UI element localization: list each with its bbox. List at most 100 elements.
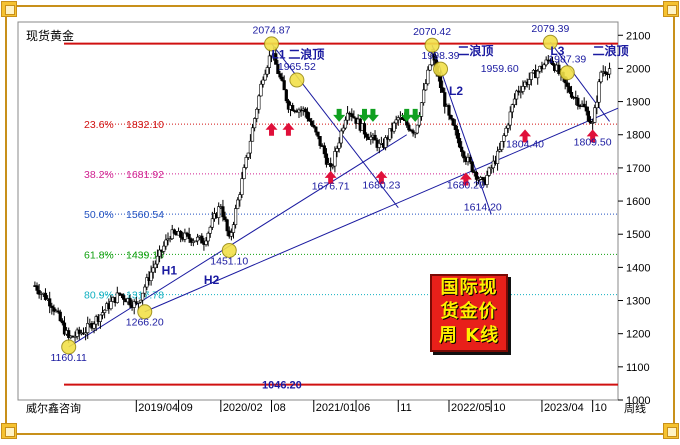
candle-body bbox=[240, 178, 244, 195]
candle-body bbox=[441, 87, 445, 93]
candle-body bbox=[607, 68, 612, 75]
fib-percent-label: 50.0% bbox=[84, 209, 114, 221]
candle-body bbox=[248, 140, 252, 154]
candle-body bbox=[451, 118, 455, 126]
candle-body bbox=[362, 123, 367, 135]
price-label: 1680.23 bbox=[362, 179, 400, 191]
candle-body bbox=[595, 101, 599, 109]
y-tick-label: 1200 bbox=[626, 329, 650, 341]
chart-stamp: 国际现 货金价 周 K线 bbox=[430, 274, 508, 352]
candle-body bbox=[500, 141, 504, 150]
candle-body bbox=[153, 263, 157, 269]
candle-body bbox=[151, 267, 155, 273]
chart-frame: 现货黄金 周线 威尔鑫咨询 1000 1100 1200 1300 1400 1500 1600 1… bbox=[0, 0, 680, 440]
x-tick-label: 06 bbox=[358, 402, 370, 414]
fib-percent-label: 61.8% bbox=[84, 249, 114, 261]
candle-body bbox=[502, 135, 506, 142]
candle-body bbox=[253, 118, 257, 129]
candle-body bbox=[282, 80, 286, 91]
y-tick-label: 1600 bbox=[626, 196, 650, 208]
candle-body bbox=[265, 67, 269, 75]
candle-body bbox=[225, 219, 229, 232]
candle-body bbox=[373, 134, 377, 141]
pivot-marker bbox=[433, 61, 449, 77]
candle-body bbox=[337, 142, 341, 149]
price-label: 1160.11 bbox=[51, 352, 88, 364]
fib-value-label: 1681.92 bbox=[126, 169, 164, 181]
trendline-label: L2 bbox=[449, 84, 463, 98]
pivot-marker bbox=[289, 72, 305, 88]
x-tick-label: 10 bbox=[493, 402, 505, 414]
candle-body bbox=[310, 120, 314, 126]
candle-body bbox=[460, 146, 464, 152]
candle-body bbox=[542, 64, 546, 70]
candle-body bbox=[284, 89, 288, 102]
candle-body bbox=[115, 292, 119, 303]
trendline-label: H2 bbox=[204, 273, 220, 287]
candle-body bbox=[333, 151, 337, 167]
candle-body bbox=[462, 151, 466, 159]
candle-body bbox=[343, 119, 348, 129]
candle-body bbox=[100, 312, 105, 316]
candle-body bbox=[468, 156, 472, 163]
y-tick-label: 2000 bbox=[626, 63, 650, 75]
x-tick-label: 2021/01 bbox=[316, 402, 356, 414]
candle-body bbox=[250, 127, 255, 142]
frame-corner-ornament bbox=[1, 1, 17, 17]
fib-percent-label: 23.6% bbox=[84, 119, 114, 131]
candle-body bbox=[162, 245, 166, 252]
candle-body bbox=[305, 111, 310, 119]
candle-body bbox=[86, 323, 90, 333]
candle-body bbox=[422, 89, 426, 104]
y-tick-label: 1700 bbox=[626, 163, 650, 175]
candle-body bbox=[584, 106, 588, 112]
candle-body bbox=[109, 301, 113, 310]
candle-body bbox=[529, 72, 533, 80]
price-label: 1809.50 bbox=[574, 137, 612, 149]
candle-body bbox=[457, 138, 462, 148]
x-tick-label: 11 bbox=[400, 402, 411, 414]
candle-body bbox=[242, 167, 246, 179]
candle-body bbox=[210, 218, 214, 228]
candle-body bbox=[394, 119, 398, 124]
candle-body bbox=[350, 113, 354, 117]
candle-body bbox=[599, 71, 603, 83]
candle-body bbox=[229, 232, 233, 237]
candle-body bbox=[582, 103, 586, 108]
candle-body bbox=[223, 216, 227, 221]
candle-body bbox=[236, 199, 240, 209]
candle-body bbox=[278, 73, 282, 78]
candle-body bbox=[569, 91, 574, 98]
candle-body bbox=[428, 64, 432, 71]
fib-value-label: 1560.54 bbox=[126, 209, 164, 221]
candle-body bbox=[586, 110, 591, 122]
candle-body bbox=[495, 150, 500, 164]
candle-body bbox=[58, 311, 62, 322]
wave-label: 二浪顶 bbox=[288, 46, 324, 61]
candle-body bbox=[244, 157, 248, 168]
stamp-line: 国际现 bbox=[440, 277, 498, 298]
candle-body bbox=[455, 129, 460, 139]
y-tick-label: 1500 bbox=[626, 229, 650, 241]
candle-body bbox=[141, 292, 145, 301]
candle-body bbox=[506, 124, 510, 129]
stamp-line: 货金价 bbox=[440, 301, 498, 322]
candle-body bbox=[415, 124, 419, 134]
frame-corner-ornament bbox=[663, 1, 679, 17]
candle-body bbox=[512, 98, 517, 105]
candle-body bbox=[257, 95, 261, 110]
candle-body bbox=[60, 320, 64, 324]
bottom-level-label: 1046.20 bbox=[262, 380, 302, 392]
y-tick-label: 1900 bbox=[626, 97, 650, 109]
candle-body bbox=[122, 295, 126, 300]
candle-body bbox=[103, 309, 107, 313]
candle-body bbox=[411, 130, 415, 134]
wave-label: 二浪顶 bbox=[457, 43, 493, 58]
candle-body bbox=[521, 86, 525, 92]
stamp-line: 周 K线 bbox=[438, 325, 500, 346]
candle-body bbox=[149, 271, 153, 281]
candle-body bbox=[318, 136, 322, 146]
candle-body bbox=[143, 286, 147, 294]
candle-body bbox=[593, 107, 597, 123]
x-tick-label: 2023/04 bbox=[544, 402, 584, 414]
